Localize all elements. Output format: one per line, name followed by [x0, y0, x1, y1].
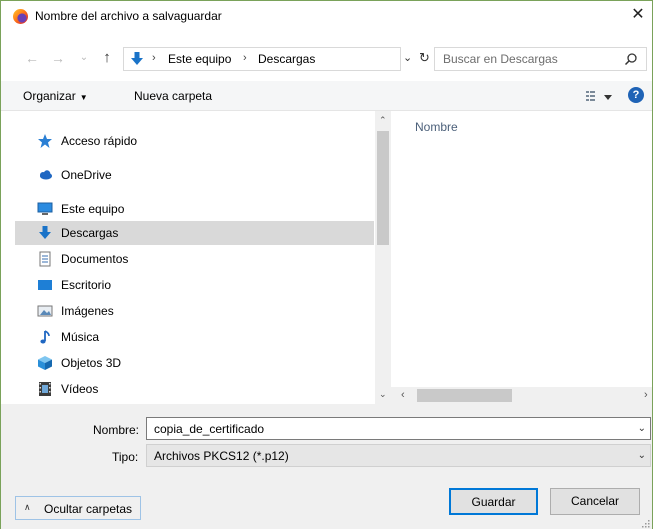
column-header-nombre[interactable]: Nombre: [415, 120, 458, 134]
file-type-select[interactable]: Archivos PKCS12 (*.p12) ⌄: [146, 444, 651, 467]
cube-icon: [38, 356, 52, 370]
file-name-label: Nombre:: [93, 423, 140, 437]
sidebar-item-label: OneDrive: [61, 168, 112, 182]
computer-icon: [37, 202, 53, 215]
hide-folders-label: Ocultar carpetas: [44, 502, 133, 516]
search-box: [434, 47, 647, 71]
sidebar-item-label: Descargas: [61, 226, 119, 240]
back-button[interactable]: ←: [23, 49, 41, 67]
sidebar-item-musica[interactable]: Música: [15, 325, 374, 349]
breadcrumb-separator: ›: [243, 52, 247, 64]
file-type-label: Tipo:: [112, 450, 139, 464]
scroll-left-icon[interactable]: ‹: [401, 389, 405, 401]
address-row: ← → ⌄ ↑ › Este equipo › Descargas ⌄ ↻: [1, 45, 652, 73]
chevron-up-icon: ∧: [24, 502, 31, 512]
scrollbar-thumb[interactable]: [377, 131, 389, 245]
sidebar-item-videos[interactable]: Vídeos: [15, 377, 374, 401]
file-list-pane: Nombre: [391, 111, 652, 392]
cloud-icon: [40, 170, 52, 180]
sidebar-item-label: Objetos 3D: [61, 356, 122, 370]
scroll-down-icon[interactable]: ⌄: [379, 389, 387, 400]
close-button[interactable]: ✕: [624, 1, 652, 31]
sidebar-item-label: Imágenes: [61, 304, 114, 318]
chevron-down-icon[interactable]: ⌄: [638, 423, 646, 434]
new-folder-button[interactable]: Nueva carpeta: [134, 89, 212, 103]
navigation-pane: Acceso rápido OneDrive Este equipo Desca…: [15, 111, 389, 404]
sidebar-item-descargas[interactable]: Descargas: [15, 221, 374, 245]
up-folder-button[interactable]: ↑: [98, 49, 116, 67]
music-icon: [40, 330, 50, 344]
search-icon[interactable]: [624, 52, 638, 66]
toolbar: Organizar ▼ Nueva carpeta ?: [1, 81, 652, 111]
breadcrumb-separator: ›: [152, 52, 156, 64]
cancel-button[interactable]: Cancelar: [550, 488, 640, 515]
document-icon: [39, 251, 51, 267]
title-bar: Nombre del archivo a salvaguardar ✕: [1, 1, 652, 31]
sidebar-item-acceso-rapido[interactable]: Acceso rápido: [15, 129, 374, 153]
scroll-right-icon[interactable]: ›: [644, 389, 648, 401]
organize-label: Organizar: [23, 89, 76, 103]
picture-icon: [37, 305, 53, 317]
sidebar-item-label: Este equipo: [61, 202, 125, 216]
scroll-up-icon[interactable]: ⌃: [379, 115, 387, 126]
save-form: Nombre: copia_de_certificado ⌄ Tipo: Arc…: [1, 404, 652, 529]
refresh-button[interactable]: ↻: [419, 50, 430, 66]
caret-down-icon: ▼: [79, 93, 88, 102]
download-icon: [39, 226, 51, 239]
breadcrumb[interactable]: › Este equipo › Descargas: [123, 47, 401, 71]
sidebar-item-onedrive[interactable]: OneDrive: [15, 163, 374, 187]
window-title: Nombre del archivo a salvaguardar: [35, 9, 222, 23]
help-icon[interactable]: ?: [628, 87, 644, 103]
breadcrumb-item-descargas[interactable]: Descargas: [258, 52, 315, 66]
navigation-pane-scrollbar[interactable]: ⌃ ⌄: [375, 111, 391, 404]
sidebar-item-este-equipo[interactable]: Este equipo: [15, 197, 374, 221]
sidebar-item-label: Música: [61, 330, 100, 344]
view-options-icon[interactable]: [586, 89, 616, 105]
sidebar-item-label: Acceso rápido: [61, 134, 138, 148]
sidebar-item-documentos[interactable]: Documentos: [15, 247, 374, 271]
desktop-icon: [38, 280, 52, 290]
address-dropdown-button[interactable]: ⌄: [403, 51, 412, 64]
scrollbar-thumb[interactable]: [417, 389, 512, 402]
search-input[interactable]: [443, 48, 613, 70]
save-dialog: Nombre del archivo a salvaguardar ✕ ← → …: [0, 0, 653, 529]
file-list-horizontal-scrollbar[interactable]: ‹ ›: [391, 387, 652, 404]
sidebar-item-escritorio[interactable]: Escritorio: [15, 273, 374, 297]
video-icon: [39, 382, 51, 396]
sidebar-item-label: Documentos: [61, 252, 129, 266]
recent-locations-button[interactable]: ⌄: [75, 49, 93, 67]
save-button[interactable]: Guardar: [449, 488, 538, 515]
chevron-down-icon[interactable]: ⌄: [638, 450, 646, 461]
organize-menu-button[interactable]: Organizar ▼: [23, 89, 88, 103]
forward-button[interactable]: →: [49, 49, 67, 67]
hide-folders-button[interactable]: ∧ Ocultar carpetas: [15, 496, 141, 520]
resize-grip-icon[interactable]: [640, 518, 650, 528]
breadcrumb-item-este-equipo[interactable]: Este equipo: [168, 52, 231, 66]
file-name-value[interactable]: copia_de_certificado: [154, 422, 264, 436]
star-icon: [38, 134, 52, 148]
sidebar-item-imagenes[interactable]: Imágenes: [15, 299, 374, 323]
file-type-value: Archivos PKCS12 (*.p12): [154, 449, 289, 463]
file-name-field[interactable]: copia_de_certificado ⌄: [146, 417, 651, 440]
firefox-icon: [13, 9, 28, 24]
sidebar-item-objetos-3d[interactable]: Objetos 3D: [15, 351, 374, 375]
sidebar-item-label: Escritorio: [61, 278, 112, 292]
sidebar-item-label: Vídeos: [61, 382, 99, 396]
download-folder-icon: [131, 52, 143, 65]
